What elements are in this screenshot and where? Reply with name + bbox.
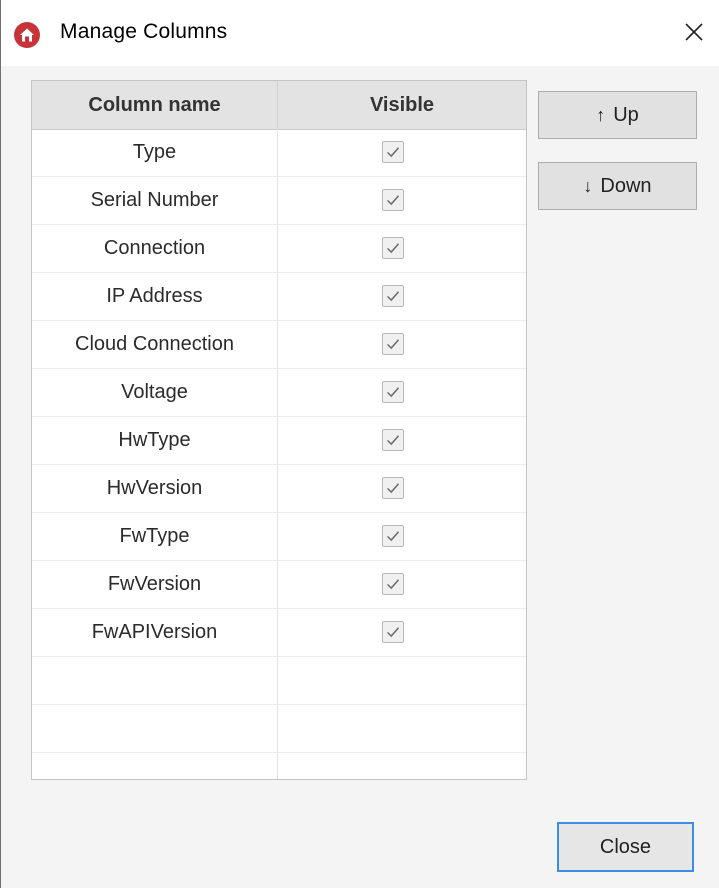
- column-name-cell: Connection: [103, 237, 206, 259]
- table-header: Column name Visible: [32, 81, 526, 130]
- column-name-cell: FwVersion: [107, 573, 202, 595]
- visible-checkbox[interactable]: [382, 189, 404, 211]
- manage-columns-window: Manage Columns Column name Visible Type S…: [0, 0, 719, 888]
- table-row[interactable]: FwType: [32, 513, 526, 561]
- close-button[interactable]: Close: [557, 822, 694, 872]
- empty-table-row: [32, 657, 526, 705]
- column-name-cell: HwVersion: [106, 477, 203, 499]
- column-name-cell: FwAPIVersion: [91, 621, 218, 643]
- column-name-cell: IP Address: [106, 285, 203, 307]
- table-row[interactable]: HwVersion: [32, 465, 526, 513]
- column-name-cell: Serial Number: [90, 189, 219, 211]
- column-name-cell: Cloud Connection: [75, 333, 234, 355]
- close-button-label: Close: [599, 836, 652, 858]
- visible-checkbox[interactable]: [382, 285, 404, 307]
- visible-checkbox[interactable]: [382, 573, 404, 595]
- checkmark-icon: [386, 291, 400, 302]
- column-name-cell: Type: [132, 141, 177, 163]
- column-name-cell: HwType: [118, 429, 191, 451]
- visible-checkbox[interactable]: [382, 333, 404, 355]
- arrow-down-icon: ↓: [583, 176, 593, 196]
- arrow-up-icon: ↑: [596, 105, 606, 125]
- checkmark-icon: [386, 243, 400, 254]
- table-row[interactable]: FwAPIVersion: [32, 609, 526, 657]
- up-button[interactable]: ↑ Up: [538, 91, 697, 139]
- checkmark-icon: [386, 147, 400, 158]
- down-button[interactable]: ↓ Down: [538, 162, 697, 210]
- checkmark-icon: [386, 387, 400, 398]
- empty-table-row: [32, 753, 526, 779]
- checkmark-icon: [386, 339, 400, 350]
- visible-header[interactable]: Visible: [278, 81, 526, 129]
- checkmark-icon: [386, 435, 400, 446]
- checkmark-icon: [386, 483, 400, 494]
- table-row[interactable]: IP Address: [32, 273, 526, 321]
- table-row[interactable]: HwType: [32, 417, 526, 465]
- visible-checkbox[interactable]: [382, 141, 404, 163]
- checkmark-icon: [386, 531, 400, 542]
- visible-checkbox[interactable]: [382, 621, 404, 643]
- checkmark-icon: [386, 627, 400, 638]
- app-home-icon: [14, 22, 40, 48]
- table-row[interactable]: FwVersion: [32, 561, 526, 609]
- window-title: Manage Columns: [60, 20, 228, 43]
- columns-table: Column name Visible Type Serial Number Con…: [31, 80, 527, 780]
- column-name-cell: Voltage: [121, 381, 188, 403]
- title-bar[interactable]: Manage Columns: [1, 0, 719, 66]
- table-row[interactable]: Connection: [32, 225, 526, 273]
- close-window-icon[interactable]: [679, 17, 709, 47]
- table-row[interactable]: Serial Number: [32, 177, 526, 225]
- column-name-cell: FwType: [119, 525, 190, 547]
- column-name-header[interactable]: Column name: [32, 81, 278, 129]
- down-button-label: Down: [600, 175, 652, 197]
- visible-checkbox[interactable]: [382, 477, 404, 499]
- table-row[interactable]: Type: [32, 129, 526, 177]
- empty-table-row: [32, 705, 526, 753]
- visible-checkbox[interactable]: [382, 237, 404, 259]
- visible-checkbox[interactable]: [382, 429, 404, 451]
- checkmark-icon: [386, 579, 400, 590]
- checkmark-icon: [386, 195, 400, 206]
- table-row[interactable]: Cloud Connection: [32, 321, 526, 369]
- table-row[interactable]: Voltage: [32, 369, 526, 417]
- visible-checkbox[interactable]: [382, 381, 404, 403]
- up-button-label: Up: [613, 104, 639, 126]
- visible-checkbox[interactable]: [382, 525, 404, 547]
